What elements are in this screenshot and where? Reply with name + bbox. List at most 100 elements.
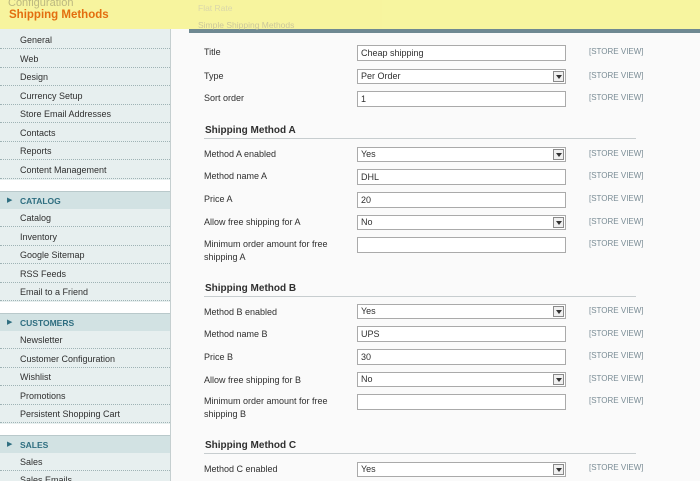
sidebar-item-reports[interactable]: Reports (0, 142, 170, 160)
sidebar-item-promotions[interactable]: Promotions (0, 387, 170, 405)
chevron-down-icon[interactable] (553, 149, 564, 160)
sidebar-item-content-management[interactable]: Content Management (0, 161, 170, 179)
sidebar-gap (0, 424, 170, 435)
label-line: shipping A (204, 252, 246, 262)
sidebar-item-web[interactable]: Web (0, 50, 170, 68)
method-a-name-label: Method name A (204, 171, 268, 181)
scope-label: [STORE VIEW] (589, 374, 644, 383)
section-heading-method-b: Shipping Method B (205, 283, 297, 294)
chevron-down-icon[interactable] (553, 306, 564, 317)
sidebar-section-label: CATALOG (20, 196, 61, 206)
sidebar-section-customers[interactable]: ▶ CUSTOMERS (0, 313, 170, 331)
label-line: Minimum order amount for free (204, 396, 328, 406)
scope-label: [STORE VIEW] (589, 171, 644, 180)
method-a-price-field[interactable]: 20 (357, 192, 566, 208)
sidebar-item-sales-emails[interactable]: Sales Emails (0, 471, 170, 481)
sidebar-section-sales[interactable]: ▶ SALES (0, 435, 170, 453)
method-a-enabled-select[interactable]: Yes (357, 147, 566, 162)
method-a-enabled-value: Yes (361, 149, 376, 159)
sidebar-item-store-email-addresses[interactable]: Store Email Addresses (0, 105, 170, 123)
section-expand-icon: ▶ (7, 319, 13, 326)
scope-label: [STORE VIEW] (589, 47, 644, 56)
method-b-name-field[interactable]: UPS (357, 326, 566, 342)
sidebar-item-general[interactable]: General (0, 31, 170, 49)
section-title-simple-shipping-methods[interactable]: Simple Shipping Methods (198, 20, 294, 30)
type-select-value: Per Order (361, 71, 401, 81)
sidebar-section-catalog[interactable]: ▶ CATALOG (0, 191, 170, 209)
method-a-free-shipping-label: Allow free shipping for A (204, 217, 301, 227)
title-field[interactable]: Cheap shipping (357, 45, 566, 61)
sidebar-item-newsletter[interactable]: Newsletter (0, 331, 170, 349)
sidebar-gap (0, 180, 170, 191)
collapsed-section-flat-rate[interactable]: Flat Rate (198, 3, 233, 13)
sort-order-field[interactable]: 1 (357, 91, 566, 107)
sidebar-item-google-sitemap[interactable]: Google Sitemap (0, 246, 170, 264)
chevron-down-icon[interactable] (553, 71, 564, 82)
method-a-enabled-label: Method A enabled (204, 149, 277, 159)
section-heading-method-a: Shipping Method A (205, 125, 296, 136)
title-label: Title (204, 47, 221, 57)
method-b-enabled-value: Yes (361, 306, 376, 316)
type-select[interactable]: Per Order (357, 69, 566, 84)
scope-label: [STORE VIEW] (589, 71, 644, 80)
method-a-min-amount-label: Minimum order amount for free shipping A (204, 238, 328, 264)
scope-label: [STORE VIEW] (589, 93, 644, 102)
chevron-down-icon[interactable] (553, 464, 564, 475)
section-heading-method-c: Shipping Method C (205, 440, 297, 451)
config-sidebar: General Web Design Currency Setup Store … (0, 29, 171, 481)
sidebar-item-persistent-shopping-cart[interactable]: Persistent Shopping Cart (0, 405, 170, 423)
method-b-price-label: Price B (204, 352, 234, 362)
section-divider (204, 138, 636, 139)
sidebar-item-contacts[interactable]: Contacts (0, 124, 170, 142)
method-b-min-amount-label: Minimum order amount for free shipping B (204, 395, 328, 421)
sidebar-section-label: CUSTOMERS (20, 318, 75, 328)
sidebar-item-rss-feeds[interactable]: RSS Feeds (0, 265, 170, 283)
scope-label: [STORE VIEW] (589, 217, 644, 226)
label-line: Minimum order amount for free (204, 239, 328, 249)
scope-label: [STORE VIEW] (589, 149, 644, 158)
page-title: Shipping Methods (9, 9, 109, 21)
method-b-free-shipping-select[interactable]: No (357, 372, 566, 387)
scope-label: [STORE VIEW] (589, 306, 644, 315)
method-b-min-amount-field[interactable] (357, 394, 566, 410)
method-b-free-shipping-value: No (361, 374, 373, 384)
scope-label: [STORE VIEW] (589, 329, 644, 338)
sidebar-item-sales[interactable]: Sales (0, 453, 170, 471)
sidebar-item-customer-configuration[interactable]: Customer Configuration (0, 350, 170, 368)
sidebar-item-catalog[interactable]: Catalog (0, 209, 170, 227)
sidebar-item-currency-setup[interactable]: Currency Setup (0, 87, 170, 105)
sidebar-gap (0, 302, 170, 313)
method-c-enabled-select[interactable]: Yes (357, 462, 566, 477)
section-expand-icon: ▶ (7, 197, 13, 204)
sort-order-label: Sort order (204, 93, 245, 103)
sidebar-item-wishlist[interactable]: Wishlist (0, 368, 170, 386)
chevron-down-icon[interactable] (553, 217, 564, 228)
sidebar-item-email-to-a-friend[interactable]: Email to a Friend (0, 283, 170, 301)
method-b-price-field[interactable]: 30 (357, 349, 566, 365)
chevron-down-icon[interactable] (553, 374, 564, 385)
method-b-name-label: Method name B (204, 329, 268, 339)
method-a-free-shipping-value: No (361, 217, 373, 227)
scope-label: [STORE VIEW] (589, 463, 644, 472)
label-line: shipping B (204, 409, 247, 419)
method-a-name-field[interactable]: DHL (357, 169, 566, 185)
method-a-min-amount-field[interactable] (357, 237, 566, 253)
section-divider (204, 453, 636, 454)
scope-label: [STORE VIEW] (589, 396, 644, 405)
method-b-free-shipping-label: Allow free shipping for B (204, 375, 302, 385)
method-a-price-label: Price A (204, 194, 233, 204)
breadcrumb[interactable]: Configuration (8, 0, 73, 9)
sidebar-item-inventory[interactable]: Inventory (0, 228, 170, 246)
sidebar-item-design[interactable]: Design (0, 68, 170, 86)
scope-label: [STORE VIEW] (589, 351, 644, 360)
section-divider (204, 296, 636, 297)
method-c-enabled-value: Yes (361, 464, 376, 474)
method-b-enabled-label: Method B enabled (204, 307, 278, 317)
scope-label: [STORE VIEW] (589, 239, 644, 248)
method-a-free-shipping-select[interactable]: No (357, 215, 566, 230)
method-b-enabled-select[interactable]: Yes (357, 304, 566, 319)
scope-label: [STORE VIEW] (589, 194, 644, 203)
method-c-enabled-label: Method C enabled (204, 464, 278, 474)
type-label: Type (204, 71, 224, 81)
section-expand-icon: ▶ (7, 441, 13, 448)
